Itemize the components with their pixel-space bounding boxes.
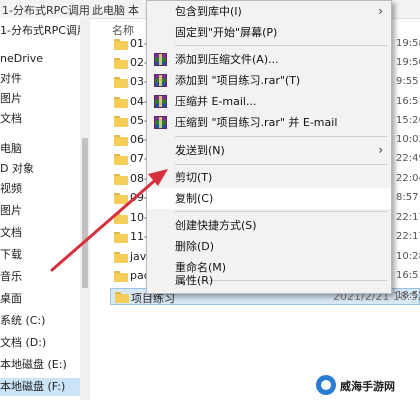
site-logo-icon	[316, 375, 336, 395]
watermark: 威海手游网	[316, 374, 416, 396]
annotation-arrow	[50, 169, 168, 272]
arrow-shaft	[50, 174, 162, 272]
watermark-text: 威海手游网	[340, 380, 395, 393]
